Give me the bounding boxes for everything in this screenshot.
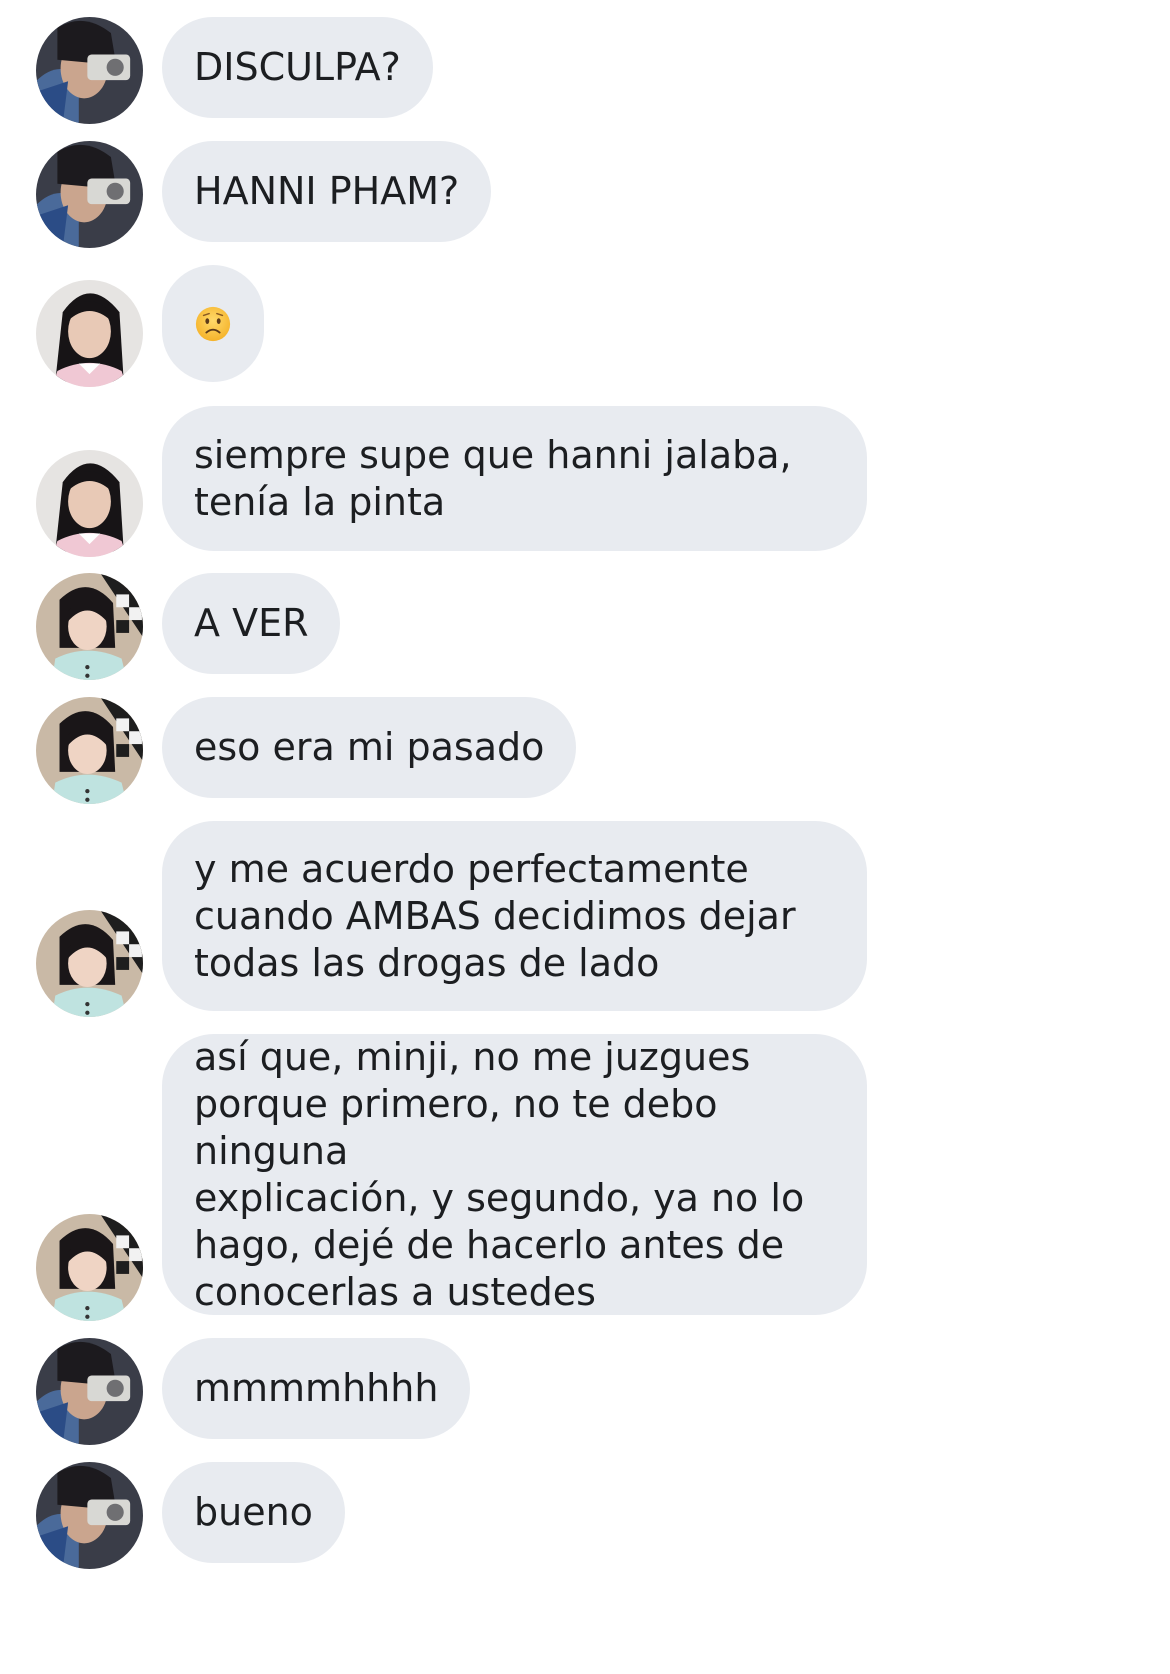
avatar[interactable] bbox=[36, 573, 143, 680]
message-text: HANNI PHAM? bbox=[194, 169, 460, 213]
message-text: DISCULPA? bbox=[194, 45, 401, 89]
message-bubble[interactable]: siempre supe que hanni jalaba, tenía la … bbox=[162, 406, 867, 551]
avatar[interactable] bbox=[36, 17, 143, 124]
message-text: así que, minji, no me juzgues porque pri… bbox=[194, 1034, 805, 1314]
message-bubble[interactable] bbox=[162, 265, 264, 382]
message-text: y me acuerdo perfectamente cuando AMBAS … bbox=[194, 846, 796, 985]
message-text: eso era mi pasado bbox=[194, 725, 545, 769]
message-bubble[interactable]: y me acuerdo perfectamente cuando AMBAS … bbox=[162, 821, 867, 1011]
avatar[interactable] bbox=[36, 1462, 143, 1569]
message-text: mmmmhhhh bbox=[194, 1366, 439, 1410]
avatar[interactable] bbox=[36, 141, 143, 248]
avatar[interactable] bbox=[36, 1338, 143, 1445]
chat-thread: DISCULPA? HANNI PHAM? siempre supe que h… bbox=[0, 0, 1170, 1674]
message-bubble[interactable]: así que, minji, no me juzgues porque pri… bbox=[162, 1034, 867, 1315]
message-text: bueno bbox=[194, 1490, 313, 1534]
message-bubble[interactable]: eso era mi pasado bbox=[162, 697, 577, 798]
avatar[interactable] bbox=[36, 910, 143, 1017]
message-bubble[interactable]: A VER bbox=[162, 573, 341, 674]
avatar[interactable] bbox=[36, 697, 143, 804]
message-bubble[interactable]: HANNI PHAM? bbox=[162, 141, 492, 242]
avatar[interactable] bbox=[36, 280, 143, 387]
worried-face-icon bbox=[195, 306, 231, 341]
message-bubble[interactable]: mmmmhhhh bbox=[162, 1338, 471, 1439]
message-text: A VER bbox=[194, 601, 309, 645]
message-bubble[interactable]: DISCULPA? bbox=[162, 17, 433, 118]
avatar[interactable] bbox=[36, 1214, 143, 1321]
message-bubble[interactable]: bueno bbox=[162, 1462, 345, 1563]
avatar[interactable] bbox=[36, 450, 143, 557]
message-text: siempre supe que hanni jalaba, tenía la … bbox=[194, 432, 792, 524]
